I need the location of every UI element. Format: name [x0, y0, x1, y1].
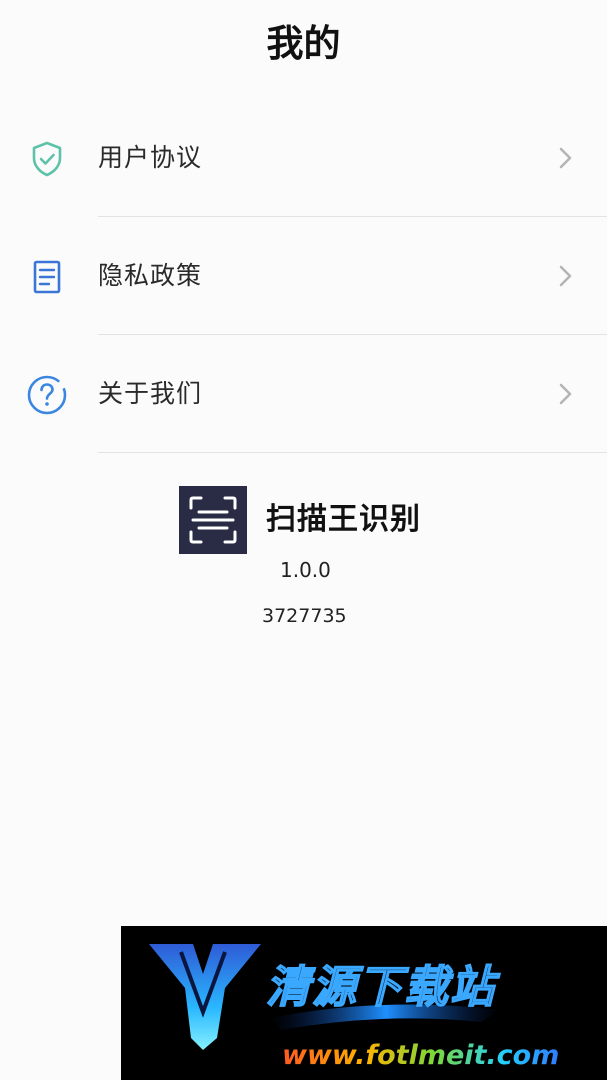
app-build-number: 3727735 [262, 605, 347, 627]
app-info: 扫描王识别 1.0.0 3727735 [0, 486, 607, 646]
app-version: 1.0.0 [280, 558, 331, 582]
app-name: 扫描王识别 [266, 502, 421, 537]
menu-item-about-us[interactable]: 关于我们 [0, 335, 607, 453]
menu-item-label: 用户协议 [98, 143, 203, 172]
menu-item-user-agreement[interactable]: 用户协议 [0, 99, 607, 217]
chevron-right-icon [559, 265, 572, 287]
menu-item-label: 隐私政策 [98, 261, 203, 290]
question-circle-icon [27, 375, 67, 415]
watermark-url: www.fotlmeit.com [282, 1038, 559, 1074]
watermark-text: 清源下载站 [265, 961, 496, 1014]
menu-item-label: 关于我们 [98, 379, 203, 408]
chevron-right-icon [559, 383, 572, 405]
shield-check-icon [32, 141, 62, 177]
menu-item-privacy-policy[interactable]: 隐私政策 [0, 217, 607, 335]
document-icon [33, 260, 61, 294]
divider [98, 452, 607, 453]
scan-frame-icon [189, 496, 237, 544]
page-title: 我的 [266, 22, 341, 65]
app-logo [179, 486, 247, 554]
chevron-right-icon [559, 147, 572, 169]
